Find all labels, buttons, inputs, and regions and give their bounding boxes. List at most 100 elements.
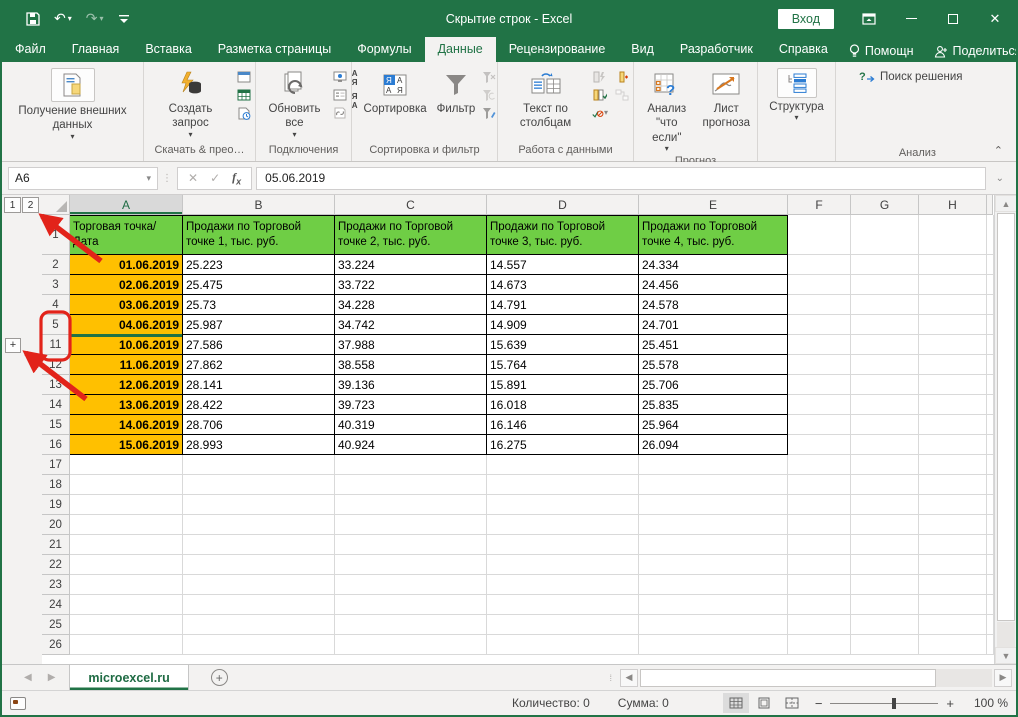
cell[interactable]	[919, 255, 987, 275]
cell[interactable]	[987, 395, 994, 415]
cell[interactable]	[788, 275, 851, 295]
cell[interactable]: Продажи по Торговой точке 4, тыс. руб.	[639, 215, 788, 255]
cell[interactable]: 15.639	[487, 335, 639, 355]
row-header-14[interactable]: 14	[42, 395, 70, 415]
cell[interactable]	[183, 615, 335, 635]
cell[interactable]	[788, 335, 851, 355]
cell[interactable]	[487, 595, 639, 615]
cell[interactable]: 37.988	[335, 335, 487, 355]
sort-descending-icon[interactable]: ЯА	[352, 93, 358, 110]
cell[interactable]	[987, 215, 994, 255]
scroll-left-icon[interactable]: ◀	[620, 669, 638, 687]
cell[interactable]	[70, 595, 183, 615]
cell[interactable]: 34.742	[335, 315, 487, 335]
cell[interactable]	[851, 255, 919, 275]
cell[interactable]	[987, 635, 994, 655]
cell[interactable]: 25.451	[639, 335, 788, 355]
cell[interactable]	[487, 575, 639, 595]
ribbon-display-options-icon[interactable]	[848, 2, 890, 35]
zoom-slider-handle[interactable]	[892, 698, 896, 709]
cell[interactable]: 14.06.2019	[70, 415, 183, 435]
cell[interactable]	[919, 335, 987, 355]
cell[interactable]: 02.06.2019	[70, 275, 183, 295]
cell[interactable]	[987, 595, 994, 615]
cell[interactable]	[788, 535, 851, 555]
refresh-all-button[interactable]: Обновить все▾	[259, 66, 330, 141]
column-header-A[interactable]: A	[70, 195, 183, 215]
cell[interactable]: Продажи по Торговой точке 3, тыс. руб.	[487, 215, 639, 255]
cell[interactable]	[639, 475, 788, 495]
cell[interactable]	[487, 635, 639, 655]
save-icon[interactable]	[26, 12, 40, 26]
remove-duplicates-icon[interactable]	[592, 88, 608, 102]
row-header-11[interactable]: 11	[42, 335, 70, 355]
formula-bar-splitter[interactable]: ⋮	[162, 173, 173, 184]
cell[interactable]	[183, 555, 335, 575]
cell[interactable]	[70, 475, 183, 495]
cell[interactable]	[70, 495, 183, 515]
page-break-view-button[interactable]	[779, 693, 805, 713]
cell[interactable]	[335, 635, 487, 655]
redo-button[interactable]: ↷▾	[86, 10, 104, 27]
cell[interactable]	[788, 595, 851, 615]
cell[interactable]	[639, 635, 788, 655]
ribbon-tab-рецензирование[interactable]: Рецензирование	[496, 37, 619, 62]
relationships-icon[interactable]	[614, 88, 630, 102]
cell[interactable]	[919, 415, 987, 435]
cell[interactable]	[987, 495, 994, 515]
properties-icon[interactable]	[332, 88, 348, 102]
cell[interactable]: 28.422	[183, 395, 335, 415]
row-header-24[interactable]: 24	[42, 595, 70, 615]
cell[interactable]	[335, 475, 487, 495]
page-layout-view-button[interactable]	[751, 693, 777, 713]
filter-button[interactable]: Фильтр	[433, 66, 480, 118]
cell[interactable]	[788, 215, 851, 255]
cell[interactable]	[788, 315, 851, 335]
cell[interactable]	[987, 415, 994, 435]
cell[interactable]	[919, 635, 987, 655]
row-header-18[interactable]: 18	[42, 475, 70, 495]
cell[interactable]	[919, 315, 987, 335]
row-header-15[interactable]: 15	[42, 415, 70, 435]
horizontal-scroll-thumb[interactable]	[640, 669, 936, 687]
cell[interactable]	[987, 515, 994, 535]
cell[interactable]: 39.136	[335, 375, 487, 395]
cell[interactable]	[851, 215, 919, 255]
forecast-sheet-button[interactable]: Лист прогноза	[699, 66, 755, 133]
cell[interactable]: 27.586	[183, 335, 335, 355]
cell[interactable]	[788, 255, 851, 275]
cell[interactable]	[487, 455, 639, 475]
reapply-filter-icon[interactable]	[481, 88, 497, 102]
cell[interactable]	[788, 515, 851, 535]
cell[interactable]	[919, 515, 987, 535]
cell[interactable]: 34.228	[335, 295, 487, 315]
cell[interactable]: 16.275	[487, 435, 639, 455]
cell[interactable]: 10.06.2019	[70, 335, 183, 355]
cell[interactable]	[851, 315, 919, 335]
cell[interactable]: 25.835	[639, 395, 788, 415]
sort-ascending-icon[interactable]: АЯ	[352, 70, 358, 87]
cell[interactable]	[851, 415, 919, 435]
cell[interactable]	[639, 555, 788, 575]
cell[interactable]: Торговая точка/ Дата	[70, 215, 183, 255]
column-header-H[interactable]: H	[919, 195, 987, 215]
ribbon-tab-разработчик[interactable]: Разработчик	[667, 37, 766, 62]
cell[interactable]	[788, 295, 851, 315]
new-sheet-button[interactable]: +	[189, 665, 250, 690]
cell[interactable]	[788, 495, 851, 515]
select-all-corner[interactable]	[42, 195, 70, 215]
cell[interactable]	[183, 595, 335, 615]
column-header-F[interactable]: F	[788, 195, 851, 215]
cell[interactable]	[851, 495, 919, 515]
cell[interactable]	[919, 355, 987, 375]
expand-formula-bar-icon[interactable]: ⌄	[990, 173, 1010, 184]
cell[interactable]	[788, 575, 851, 595]
cell[interactable]: 15.06.2019	[70, 435, 183, 455]
cell[interactable]	[851, 555, 919, 575]
sort-button[interactable]: ЯААЯ Сортировка	[360, 66, 431, 118]
cell[interactable]: 25.475	[183, 275, 335, 295]
zoom-in-icon[interactable]: +	[946, 696, 954, 711]
cell[interactable]	[639, 495, 788, 515]
sign-in-button[interactable]: Вход	[778, 9, 834, 29]
zoom-slider[interactable]	[830, 703, 938, 704]
